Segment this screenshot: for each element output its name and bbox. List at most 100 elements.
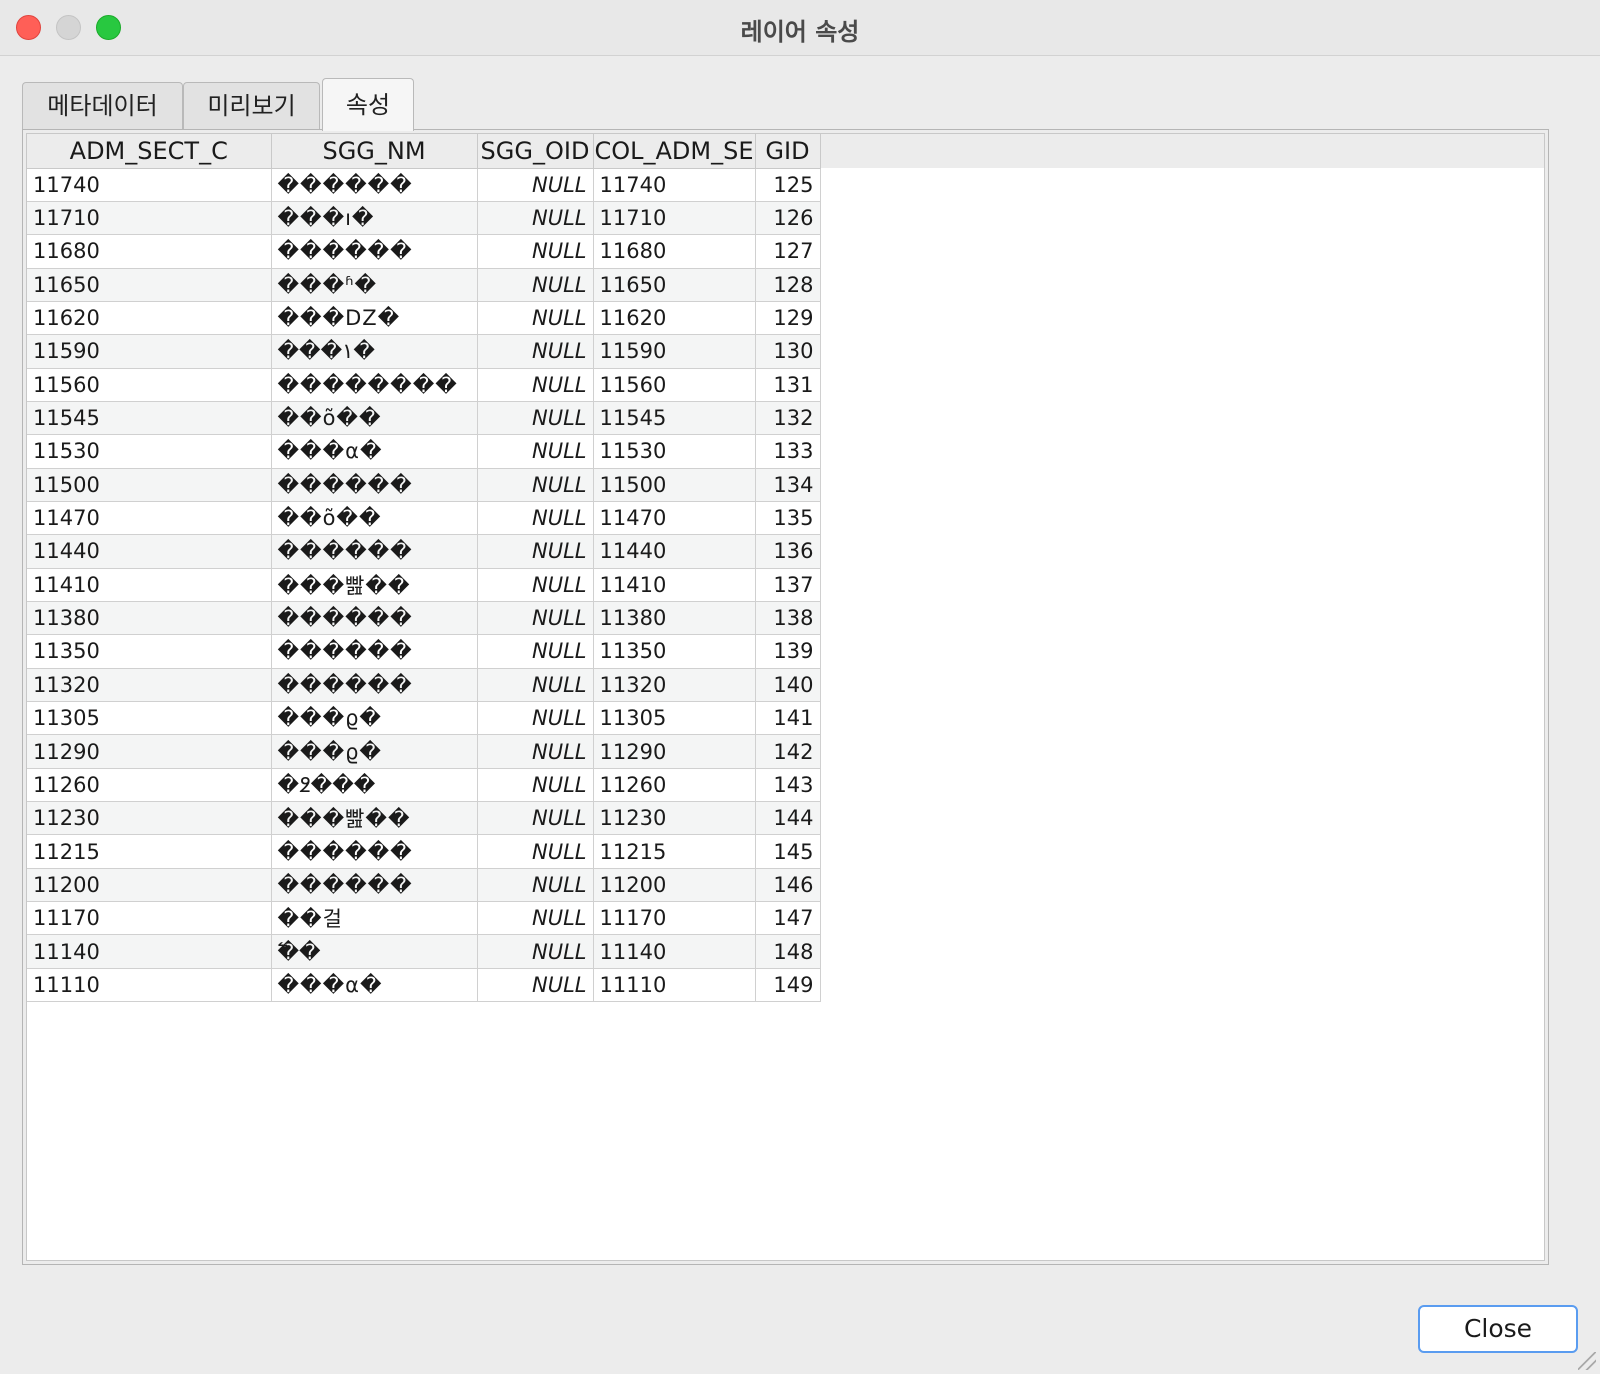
- table-cell[interactable]: 133: [755, 434, 821, 469]
- table-row[interactable]: 11170 ��걸 NULL 11170 147: [27, 901, 821, 936]
- table-cell[interactable]: 128: [755, 268, 821, 302]
- table-cell[interactable]: 11545: [593, 401, 756, 436]
- table-cell[interactable]: 11305: [27, 701, 272, 736]
- table-cell[interactable]: ������: [271, 868, 478, 903]
- table-cell[interactable]: 11680: [593, 234, 756, 269]
- table-cell[interactable]: ���۱�: [271, 334, 478, 369]
- table-cell[interactable]: NULL: [477, 368, 594, 402]
- table-cell[interactable]: 11140: [27, 934, 272, 969]
- table-row[interactable]: 11320 ������ NULL 11320 140: [27, 668, 821, 703]
- table-cell[interactable]: 11740: [593, 168, 756, 202]
- table-cell[interactable]: 11170: [593, 901, 756, 936]
- close-button[interactable]: Close: [1418, 1305, 1578, 1353]
- table-cell[interactable]: 11260: [27, 768, 272, 803]
- table-cell[interactable]: 11350: [27, 634, 272, 669]
- table-cell[interactable]: 138: [755, 601, 821, 636]
- table-cell[interactable]: 131: [755, 368, 821, 402]
- table-cell[interactable]: NULL: [477, 401, 594, 436]
- resize-grip-icon[interactable]: [1578, 1352, 1596, 1370]
- table-cell[interactable]: NULL: [477, 734, 594, 769]
- tab-preview[interactable]: 미리보기: [183, 82, 320, 130]
- table-cell[interactable]: ���ʱ�: [271, 268, 478, 302]
- table-cell[interactable]: 134: [755, 468, 821, 502]
- table-cell[interactable]: ������: [271, 834, 478, 869]
- table-cell[interactable]: 129: [755, 301, 821, 336]
- table-cell[interactable]: NULL: [477, 768, 594, 803]
- table-row[interactable]: 11230 ���빮�� NULL 11230 144: [27, 801, 821, 836]
- table-cell[interactable]: 132: [755, 401, 821, 436]
- table-cell[interactable]: NULL: [477, 568, 594, 602]
- table-row[interactable]: 11500 ������ NULL 11500 134: [27, 468, 821, 502]
- table-cell[interactable]: 11530: [27, 434, 272, 469]
- table-cell[interactable]: 11140: [593, 934, 756, 969]
- table-cell[interactable]: 11500: [27, 468, 272, 502]
- table-cell[interactable]: NULL: [477, 501, 594, 536]
- table-cell[interactable]: NULL: [477, 834, 594, 869]
- table-cell[interactable]: 145: [755, 834, 821, 869]
- table-cell[interactable]: 11320: [593, 668, 756, 703]
- table-cell[interactable]: 11710: [27, 201, 272, 236]
- table-cell[interactable]: NULL: [477, 934, 594, 969]
- table-cell[interactable]: 11170: [27, 901, 272, 936]
- table-cell[interactable]: 140: [755, 668, 821, 703]
- table-cell[interactable]: NULL: [477, 301, 594, 336]
- table-row[interactable]: 11650 ���ʱ� NULL 11650 128: [27, 268, 821, 302]
- table-cell[interactable]: 11410: [27, 568, 272, 602]
- tab-attributes[interactable]: 속성: [322, 78, 414, 131]
- table-cell[interactable]: 11215: [27, 834, 272, 869]
- table-cell[interactable]: 11560: [593, 368, 756, 402]
- table-cell[interactable]: 148: [755, 934, 821, 969]
- table-cell[interactable]: 11110: [27, 968, 272, 1003]
- table-cell[interactable]: ���ı�: [271, 201, 478, 236]
- table-cell[interactable]: 11380: [593, 601, 756, 636]
- table-cell[interactable]: 147: [755, 901, 821, 936]
- table-cell[interactable]: NULL: [477, 868, 594, 903]
- table-cell[interactable]: 11410: [593, 568, 756, 602]
- table-cell[interactable]: 11110: [593, 968, 756, 1003]
- table-cell[interactable]: 11620: [593, 301, 756, 336]
- table-cell[interactable]: ������: [271, 168, 478, 202]
- table-cell[interactable]: 11380: [27, 601, 272, 636]
- table-cell[interactable]: 11470: [27, 501, 272, 536]
- table-cell[interactable]: 11350: [593, 634, 756, 669]
- table-cell[interactable]: 11200: [593, 868, 756, 903]
- table-cell[interactable]: 144: [755, 801, 821, 836]
- table-cell[interactable]: 130: [755, 334, 821, 369]
- table-cell[interactable]: ���빮��: [271, 568, 478, 602]
- table-cell[interactable]: NULL: [477, 968, 594, 1003]
- table-cell[interactable]: ���ϱ�: [271, 701, 478, 736]
- table-cell[interactable]: 135: [755, 501, 821, 536]
- table-cell[interactable]: NULL: [477, 234, 594, 269]
- table-cell[interactable]: 11680: [27, 234, 272, 269]
- table-cell[interactable]: ������: [271, 234, 478, 269]
- table-cell[interactable]: 11230: [27, 801, 272, 836]
- column-header[interactable]: GID: [755, 134, 821, 169]
- table-cell[interactable]: �߱�: [271, 934, 478, 969]
- table-cell[interactable]: 142: [755, 734, 821, 769]
- table-cell[interactable]: NULL: [477, 701, 594, 736]
- table-cell[interactable]: 137: [755, 568, 821, 602]
- attribute-table-view[interactable]: ADM_SECT_C SGG_NM SGG_OID COL_ADM_SE GID…: [26, 133, 1545, 1261]
- table-cell[interactable]: 11590: [27, 334, 272, 369]
- table-cell[interactable]: ���DZ�: [271, 301, 478, 336]
- table-cell[interactable]: ��õ��: [271, 401, 478, 436]
- table-cell[interactable]: ���빮��: [271, 801, 478, 836]
- table-cell[interactable]: ��������: [271, 368, 478, 402]
- table-cell[interactable]: NULL: [477, 268, 594, 302]
- table-row[interactable]: 11140 �߱� NULL 11140 148: [27, 934, 821, 969]
- table-cell[interactable]: 11650: [27, 268, 272, 302]
- table-row[interactable]: 11260 �߶��� NULL 11260 143: [27, 768, 821, 803]
- table-cell[interactable]: ��걸: [271, 901, 478, 936]
- table-cell[interactable]: ��õ��: [271, 501, 478, 536]
- table-cell[interactable]: 143: [755, 768, 821, 803]
- table-cell[interactable]: 139: [755, 634, 821, 669]
- table-cell[interactable]: 11305: [593, 701, 756, 736]
- table-cell[interactable]: 11710: [593, 201, 756, 236]
- table-cell[interactable]: 11620: [27, 301, 272, 336]
- table-cell[interactable]: 11740: [27, 168, 272, 202]
- column-header[interactable]: COL_ADM_SE: [593, 134, 756, 169]
- table-cell[interactable]: 11290: [27, 734, 272, 769]
- table-row[interactable]: 11305 ���ϱ� NULL 11305 141: [27, 701, 821, 736]
- table-row[interactable]: 11620 ���DZ� NULL 11620 129: [27, 301, 821, 336]
- table-cell[interactable]: ���α�: [271, 968, 478, 1003]
